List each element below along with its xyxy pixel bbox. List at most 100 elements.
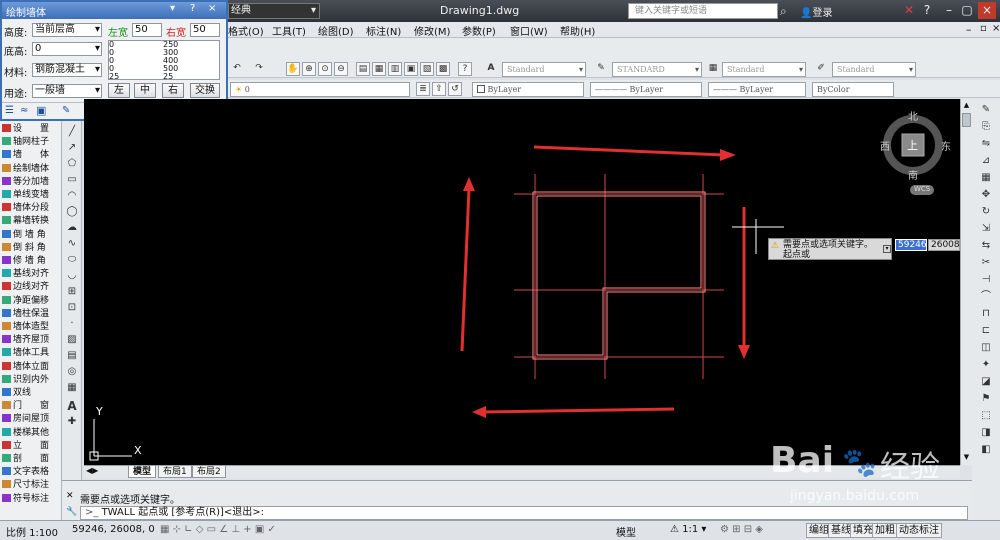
tarch-menu-item[interactable]: 绘制墙体 bbox=[2, 163, 60, 175]
dynamic-dim-button[interactable]: 动态标注 bbox=[896, 523, 942, 538]
pick-icon[interactable]: ✎ bbox=[62, 105, 70, 116]
align-right-button[interactable]: 右 bbox=[162, 83, 184, 98]
sheet-set-icon[interactable]: ▣ bbox=[404, 62, 418, 76]
ellipse-arc-icon[interactable]: ◡ bbox=[65, 269, 79, 283]
scroll-thumb[interactable] bbox=[962, 113, 971, 127]
rect-wall-icon[interactable]: ▣ bbox=[36, 104, 46, 117]
arc-icon[interactable]: ◠ bbox=[65, 189, 79, 203]
tarch-menu-item[interactable]: 墙体分段 bbox=[2, 203, 60, 214]
align-left-button[interactable]: 左 bbox=[108, 83, 130, 98]
revcloud-icon[interactable]: ☁ bbox=[65, 221, 79, 235]
point-icon[interactable]: · bbox=[65, 317, 79, 331]
tarch-menu-item[interactable]: 楼梯其他 bbox=[2, 427, 60, 439]
maximize-button[interactable]: ▢ bbox=[958, 2, 976, 19]
tarch-menu-item[interactable]: 倒 墙 角 bbox=[2, 229, 60, 241]
table-icon[interactable]: ▦ bbox=[65, 381, 79, 395]
workspace-icons[interactable]: ⚙ ⊞ ⊟ ◈ bbox=[720, 524, 763, 535]
tarch-menu-item[interactable]: 房间屋顶 bbox=[2, 414, 60, 425]
swap-button[interactable]: 交换 bbox=[190, 83, 220, 98]
dim-style-select[interactable]: STANDARD ▾ bbox=[612, 62, 702, 77]
modify-tool-icon[interactable]: ⇆ bbox=[979, 239, 993, 253]
tarch-menu-item[interactable]: 幕墙转换 bbox=[2, 216, 60, 227]
modify-tool-icon[interactable]: ↻ bbox=[979, 205, 993, 219]
tab-nav-icon[interactable]: ◀▶ bbox=[86, 466, 98, 475]
properties-icon[interactable]: ▤ bbox=[356, 62, 370, 76]
table-style-select[interactable]: Standard ▾ bbox=[722, 62, 806, 77]
scroll-up-icon[interactable]: ▲ bbox=[962, 101, 971, 110]
align-center-button[interactable]: 中 bbox=[134, 83, 156, 98]
linetype-select[interactable]: ———— ByLayer bbox=[590, 82, 702, 97]
base-height-select[interactable]: 0 ▾ bbox=[32, 42, 102, 56]
menu-format[interactable]: 格式(O) bbox=[228, 23, 264, 38]
multiline-text-icon[interactable]: A bbox=[65, 399, 79, 413]
wrench-icon[interactable]: 🔧 bbox=[66, 507, 77, 517]
tarch-menu-item[interactable]: 符号标注 bbox=[2, 493, 60, 505]
modify-tool-icon[interactable]: ▦ bbox=[979, 171, 993, 185]
close-icon[interactable]: ✕ bbox=[66, 491, 74, 501]
viewcube[interactable] bbox=[883, 115, 943, 195]
doc-minimize-button[interactable]: – bbox=[966, 23, 972, 36]
make-current-icon[interactable]: ⇧ bbox=[432, 82, 446, 96]
calc-icon[interactable]: ▩ bbox=[436, 62, 450, 76]
modify-tool-icon[interactable]: ✦ bbox=[979, 358, 993, 372]
modify-tool-icon[interactable]: ◪ bbox=[979, 375, 993, 389]
material-select[interactable]: 钢筋混凝土 ▾ bbox=[32, 63, 102, 77]
modify-tool-icon[interactable]: ⇋ bbox=[979, 137, 993, 151]
modify-tool-icon[interactable]: ⎘ bbox=[979, 120, 993, 134]
close-button[interactable]: × bbox=[978, 2, 996, 19]
spline-icon[interactable]: ∿ bbox=[65, 237, 79, 251]
menu-modify[interactable]: 修改(M) bbox=[414, 23, 450, 38]
dyn-y-input[interactable]: 26008 bbox=[928, 239, 960, 251]
vertical-scrollbar[interactable]: ▲ ▼ bbox=[960, 99, 972, 465]
search-icon[interactable]: ⌕ bbox=[780, 4, 794, 18]
add-selected-icon[interactable]: ✚ bbox=[65, 415, 79, 429]
tab-layout2[interactable]: 布局2 bbox=[192, 466, 226, 478]
lineweight-select[interactable]: ——— ByLayer bbox=[708, 82, 806, 97]
zoom-realtime-icon[interactable]: ⊕ bbox=[302, 62, 316, 76]
modify-tool-icon[interactable]: ⊣ bbox=[979, 273, 993, 287]
redo-icon[interactable]: ↷ bbox=[252, 62, 266, 76]
markup-icon[interactable]: ▧ bbox=[420, 62, 434, 76]
modify-tool-icon[interactable]: ◫ bbox=[979, 341, 993, 355]
layer-previous-icon[interactable]: ↺ bbox=[448, 82, 462, 96]
wall-width-list[interactable]: 0 250 0 300 0 400 0 500 25 25 bbox=[108, 40, 220, 80]
help-icon[interactable]: ? bbox=[458, 62, 472, 76]
tarch-menu-item[interactable]: 尺寸标注 bbox=[2, 480, 60, 491]
help-icon[interactable]: ? bbox=[918, 2, 936, 19]
tarch-menu-item[interactable]: 单线变墙 bbox=[2, 190, 60, 201]
tarch-menu-item[interactable]: 墙体立面 bbox=[2, 361, 60, 373]
workspace-dropdown[interactable]: 经典 ▾ bbox=[228, 3, 320, 19]
tarch-menu-item[interactable]: 设 置 bbox=[2, 124, 60, 135]
dyn-arrow-icon[interactable]: ▾ bbox=[883, 245, 891, 253]
modify-tool-icon[interactable]: ⊏ bbox=[979, 324, 993, 338]
model-toggle[interactable]: 模型 bbox=[616, 524, 636, 539]
straight-wall-icon[interactable]: ☰ bbox=[5, 105, 14, 116]
tab-layout1[interactable]: 布局1 bbox=[158, 466, 192, 478]
color-select[interactable]: ByLayer bbox=[472, 82, 584, 97]
close-icon[interactable]: × bbox=[208, 3, 216, 14]
bold-button[interactable]: 加粗 bbox=[872, 523, 898, 538]
tab-model[interactable]: 模型 bbox=[128, 466, 157, 478]
design-center-icon[interactable]: ▦ bbox=[372, 62, 386, 76]
circle-icon[interactable]: ◯ bbox=[65, 205, 79, 219]
make-block-icon[interactable]: ⊡ bbox=[65, 301, 79, 315]
doc-restore-button[interactable]: ▫ bbox=[980, 23, 987, 34]
pin-icon[interactable]: ▾ bbox=[170, 3, 175, 14]
menu-dimension[interactable]: 标注(N) bbox=[366, 23, 401, 38]
left-width-input[interactable]: 50 bbox=[132, 23, 162, 37]
menu-draw[interactable]: 绘图(D) bbox=[318, 23, 354, 38]
modify-tool-icon[interactable]: ✂ bbox=[979, 256, 993, 270]
zoom-window-icon[interactable]: ⊙ bbox=[318, 62, 332, 76]
doc-close-button[interactable]: × bbox=[992, 23, 1000, 34]
polygon-icon[interactable]: ⬠ bbox=[65, 157, 79, 171]
multileader-style-select[interactable]: Standard ▾ bbox=[832, 62, 916, 77]
tool-palettes-icon[interactable]: ▥ bbox=[388, 62, 402, 76]
exchange-icon[interactable]: ✕ bbox=[900, 2, 918, 19]
tarch-menu-item[interactable]: 边线对齐 bbox=[2, 282, 60, 293]
region-icon[interactable]: ◎ bbox=[65, 365, 79, 379]
undo-icon[interactable]: ↶ bbox=[230, 62, 244, 76]
drawing-canvas[interactable]: Y X 北 南 东 西 上 WCS bbox=[84, 99, 960, 465]
modify-tool-icon[interactable]: ⇲ bbox=[979, 222, 993, 236]
login-link[interactable]: 👤登录 bbox=[800, 4, 832, 19]
search-input[interactable]: 键入关键字或短语 bbox=[628, 3, 778, 19]
